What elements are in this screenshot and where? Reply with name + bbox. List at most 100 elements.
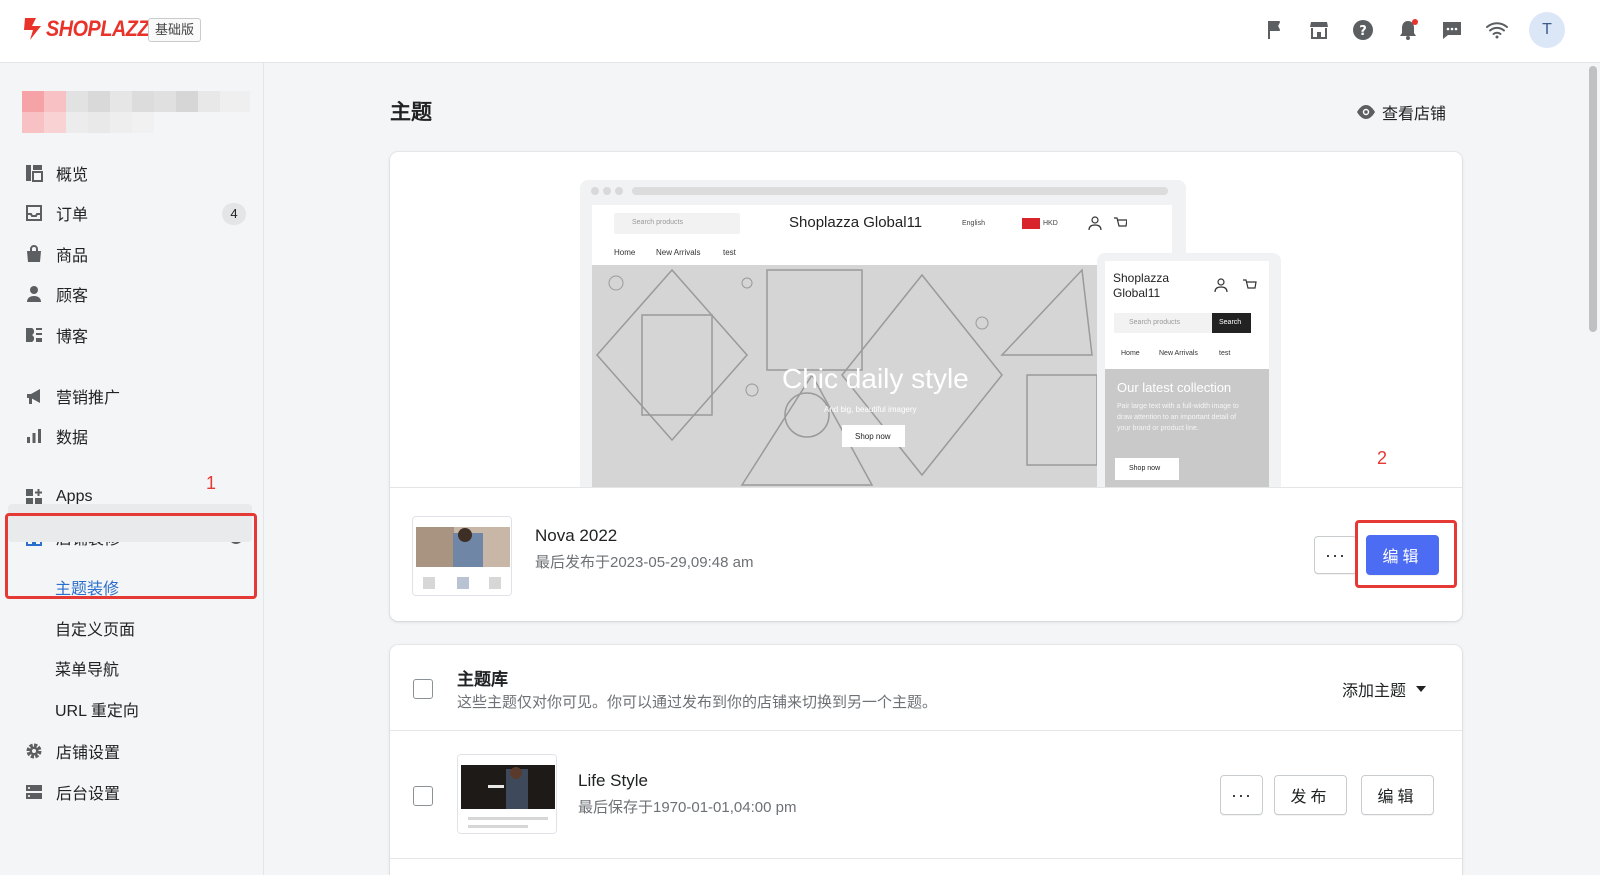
current-theme-meta: 最后发布于2023-05-29,09:48 am <box>535 554 754 571</box>
mobile-store-name-line1: Shoplazza <box>1113 271 1170 285</box>
library-theme-name: Life Style <box>578 771 648 790</box>
current-theme-thumbnail[interactable] <box>412 516 512 596</box>
mobile-preview: Shoplazza Global11 Search products Searc… <box>1097 253 1281 487</box>
page-scrollbar[interactable] <box>1589 66 1597 332</box>
sidebar-item-overview[interactable]: 概览 <box>24 155 246 191</box>
theme-preview[interactable]: Search products Shoplazza Global11 Engli… <box>390 152 1462 488</box>
chat-icon[interactable] <box>1440 18 1464 42</box>
sidebar-item-admin-settings[interactable]: 后台设置 <box>24 774 246 810</box>
add-theme-label: 添加主题 <box>1341 683 1406 700</box>
sidebar-item-label: 商品 <box>56 248 89 265</box>
sidebar-item-analytics[interactable]: 数据 <box>24 418 246 454</box>
sidebar-item-blog[interactable]: 博客 <box>24 317 246 353</box>
bag-icon <box>24 244 44 264</box>
page-title: 主题 <box>390 101 432 124</box>
view-store-link[interactable]: 查看店铺 <box>1356 100 1446 124</box>
brand-name: SHOPLAZZA <box>46 16 163 41</box>
active-sub-item-background <box>8 504 252 542</box>
store-name-blurred <box>22 91 250 133</box>
preview-account-cart-icons <box>1088 216 1127 231</box>
sidebar-item-store-settings[interactable]: 店铺设置 <box>24 733 246 769</box>
wifi-icon[interactable] <box>1485 18 1509 42</box>
inbox-icon <box>24 203 44 223</box>
current-theme-more-button[interactable]: ··· <box>1314 536 1357 574</box>
theme-library-card: 主题库 这些主题仅对你可见。你可以通过发布到你的店铺来切换到另一个主题。 添加主… <box>390 645 1462 875</box>
sidebar-item-label: 概览 <box>56 167 89 184</box>
mobile-store-name-line2: Global11 <box>1113 286 1161 300</box>
user-avatar[interactable]: T <box>1529 12 1565 48</box>
theme-library-title: 主题库 <box>457 670 508 689</box>
caret-down-icon <box>1416 686 1426 692</box>
bar-chart-icon <box>24 426 44 446</box>
annotation-step-1: 1 <box>206 473 217 493</box>
current-theme-row: Nova 2022 最后发布于2023-05-29,09:48 am ··· 编… <box>390 488 1462 621</box>
sidebar-sub-navigation[interactable]: 菜单导航 <box>55 650 119 686</box>
sidebar-item-label: 订单 <box>56 207 89 224</box>
flag-icon[interactable] <box>1263 18 1287 42</box>
top-bar: SHOPLAZZA 基础版 ? T <box>0 0 1600 63</box>
browser-bar <box>591 187 1168 195</box>
library-theme-more-button[interactable]: ··· <box>1220 775 1263 815</box>
mobile-search-button: Search <box>1219 319 1242 326</box>
library-theme-thumbnail[interactable] <box>457 754 557 834</box>
blog-icon <box>24 325 44 345</box>
dashboard-icon <box>24 163 44 183</box>
sidebar-item-products[interactable]: 商品 <box>24 236 246 272</box>
current-theme-edit-button[interactable]: 编辑 <box>1366 535 1439 575</box>
mobile-account-cart-icons <box>1214 278 1257 293</box>
sidebar-sub-themes[interactable]: 主题装修 <box>55 569 119 605</box>
library-theme-meta: 最后保存于1970-01-01,04:00 pm <box>578 799 797 816</box>
sidebar-item-label: 数据 <box>56 430 89 447</box>
view-store-label: 查看店铺 <box>1382 106 1447 123</box>
mobile-search: Search products <box>1129 319 1180 326</box>
sidebar-item-label: 后台设置 <box>56 786 121 803</box>
mobile-hero-title: Our latest collection <box>1117 380 1232 395</box>
preview-nav-home: Home <box>614 248 636 257</box>
gear-icon <box>24 741 44 761</box>
current-theme-card: Search products Shoplazza Global11 Engli… <box>390 152 1462 621</box>
preview-hero-button: Shop now <box>855 432 891 441</box>
plan-badge: 基础版 <box>148 18 202 42</box>
sidebar-item-label: 顾客 <box>56 288 89 305</box>
logo-mark-icon <box>24 18 41 40</box>
mobile-nav-test: test <box>1219 350 1231 357</box>
preview-hero-subtitle: And big, beautiful imagery <box>824 405 917 414</box>
mobile-store-page: Shoplazza Global11 Search products Searc… <box>1105 261 1269 487</box>
megaphone-icon <box>24 386 44 406</box>
preview-language: English <box>962 220 985 227</box>
sidebar-item-label: 店铺设置 <box>56 745 121 762</box>
mobile-hero-text: Pair large text with a full-width image … <box>1117 403 1239 432</box>
sidebar-item-customers[interactable]: 顾客 <box>24 276 246 312</box>
preview-currency: HKD <box>1043 220 1058 227</box>
preview-nav-test: test <box>723 248 736 257</box>
theme-row-checkbox[interactable] <box>413 786 433 806</box>
table-row: Life Style 最后保存于1970-01-01,04:00 pm ··· … <box>390 731 1462 859</box>
mobile-hero-button: Shop now <box>1129 465 1161 472</box>
server-icon <box>24 782 44 802</box>
sidebar-item-marketing[interactable]: 营销推广 <box>24 378 246 414</box>
sidebar-item-label: 博客 <box>56 329 89 346</box>
sidebar-item-orders[interactable]: 订单 4 <box>24 195 246 231</box>
preview-nav-new: New Arrivals <box>656 248 701 257</box>
publish-button[interactable]: 发布 <box>1274 775 1347 815</box>
sidebar-sub-custom-pages[interactable]: 自定义页面 <box>55 610 135 646</box>
add-theme-dropdown[interactable]: 添加主题 <box>1342 677 1426 701</box>
preview-search: Search products <box>632 219 683 226</box>
sidebar-sub-url-redirects[interactable]: URL 重定向 <box>55 691 139 727</box>
sidebar-item-label: 营销推广 <box>56 390 121 407</box>
annotation-step-2: 2 <box>1377 448 1388 468</box>
orders-count-badge: 4 <box>222 203 246 225</box>
help-icon[interactable]: ? <box>1351 18 1375 42</box>
store-icon[interactable] <box>1307 18 1331 42</box>
preview-hero-title: Chic daily style <box>782 363 969 394</box>
person-icon <box>24 284 44 304</box>
notification-dot <box>1412 19 1418 25</box>
eye-icon <box>1357 105 1375 119</box>
theme-library-header: 主题库 这些主题仅对你可见。你可以通过发布到你的店铺来切换到另一个主题。 添加主… <box>390 645 1462 731</box>
preview-store-name: Shoplazza Global11 <box>789 214 923 231</box>
desktop-store-page: Search products Shoplazza Global11 Engli… <box>592 205 1172 487</box>
theme-library-description: 这些主题仅对你可见。你可以通过发布到你的店铺来切换到另一个主题。 <box>457 694 938 711</box>
svg-text:?: ? <box>1359 24 1367 39</box>
library-theme-edit-button[interactable]: 编辑 <box>1361 775 1434 815</box>
select-all-checkbox[interactable] <box>413 679 433 699</box>
